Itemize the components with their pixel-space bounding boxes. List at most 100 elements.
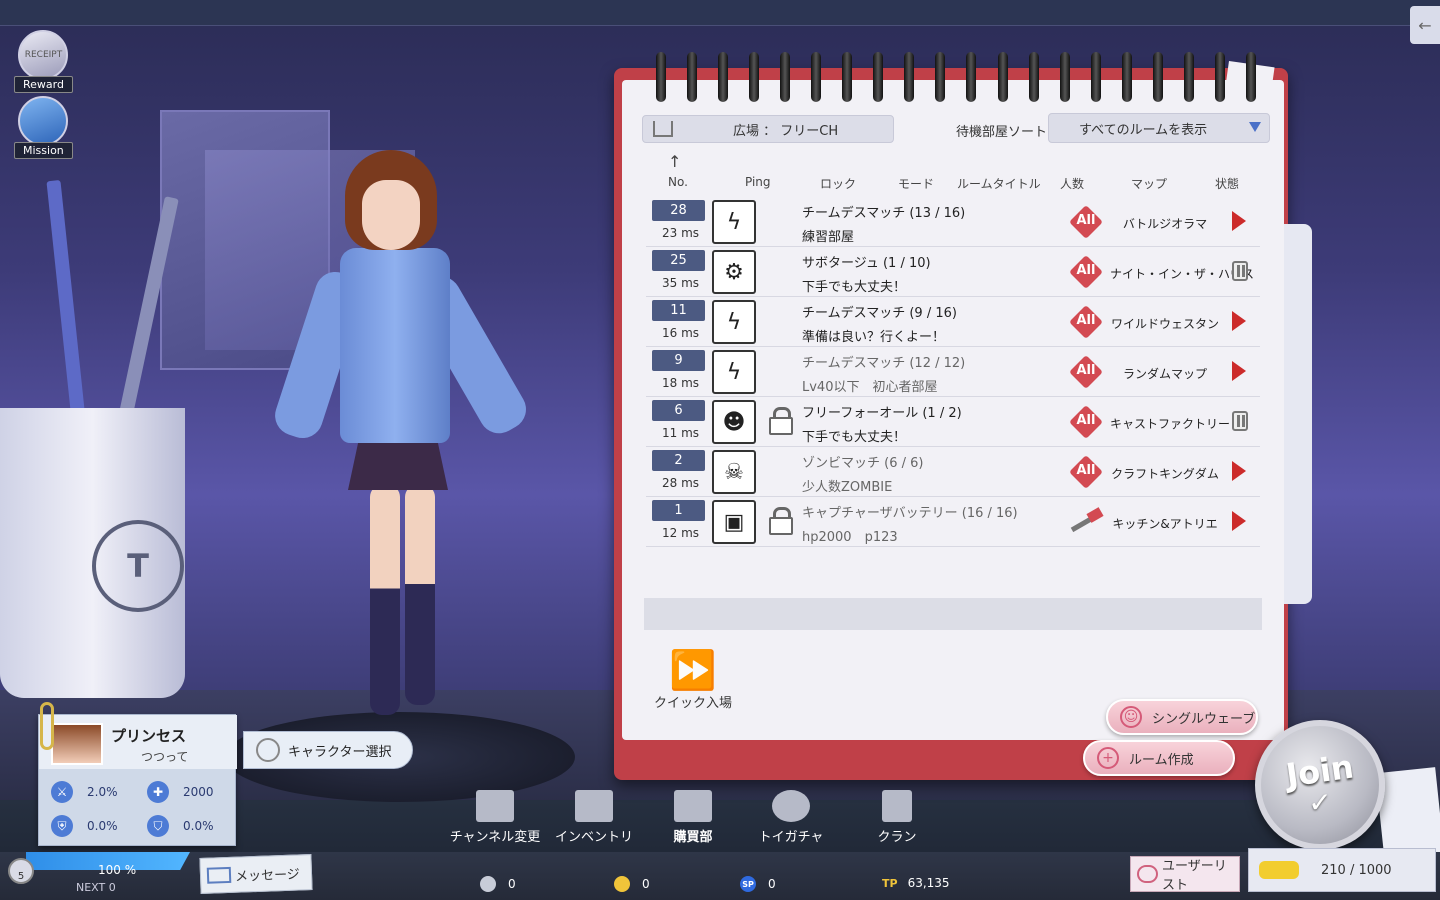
sort-up-icon[interactable]: ↑ (668, 152, 681, 171)
play-icon[interactable] (1232, 361, 1246, 381)
pause-icon[interactable] (1232, 411, 1248, 431)
room-row[interactable]: 1 12 ms ▣ キャプチャーザバッテリー (16 / 16) hp2000 … (646, 497, 1260, 547)
message-button[interactable]: メッセージ (199, 854, 313, 894)
user-list-button[interactable]: ユーザーリスト (1130, 856, 1240, 893)
ring (749, 52, 760, 102)
all-level-icon: All (1069, 305, 1103, 339)
room-number: 9 (652, 350, 705, 371)
col-state[interactable]: 状態 (1215, 175, 1239, 192)
col-title[interactable]: ルームタイトル (957, 175, 1041, 192)
character-icon (256, 738, 280, 762)
support-icon: ⚙ (712, 250, 756, 294)
mission-button[interactable]: Mission (14, 96, 73, 159)
ring (904, 52, 915, 102)
avatar (51, 723, 103, 765)
bolt-icon: ϟ (712, 350, 756, 394)
nav-label: 購買部 (673, 830, 713, 845)
all-level-icon: All (1069, 255, 1103, 289)
lock-icon (769, 507, 793, 535)
room-subtitle: 下手でも大丈夫！ (802, 280, 907, 295)
back-button[interactable]: ← (1410, 6, 1440, 44)
tp-gauge: 210 / 1000 (1248, 848, 1436, 892)
ring (811, 52, 822, 102)
defense-icon: ⛨ (51, 815, 73, 837)
nav-clan[interactable]: クラン (847, 790, 947, 845)
channel-display[interactable]: 広場 ： フリーCH (642, 115, 894, 143)
hp-icon: ✚ (147, 781, 169, 803)
ring (1028, 52, 1039, 102)
join-button[interactable]: Join ✓ (1255, 720, 1385, 850)
nav-gacha[interactable]: トイガチャ (741, 790, 841, 845)
ring (873, 52, 884, 102)
free-for-all-icon: ☻ (712, 400, 756, 444)
room-map: バトルジオラマ (1122, 217, 1208, 231)
currency-coin: 0 (480, 876, 516, 892)
sort-label: 待機部屋ソート (956, 125, 1048, 140)
nav-shop[interactable]: 購買部 (643, 790, 743, 845)
nav-channel[interactable]: チャンネル変更 (445, 790, 545, 845)
exp-percent: 100 % (98, 863, 137, 877)
room-row[interactable]: 2 28 ms ☠ ゾンビマッチ (6 / 6) 少人数ZOMBIE All ク… (646, 447, 1260, 497)
room-row[interactable]: 9 18 ms ϟ チームデスマッチ (12 / 12) Lv40以下 初心者部… (646, 347, 1260, 397)
stat-value: 2.0% (87, 785, 118, 799)
stat-value: 0.0% (87, 819, 118, 833)
flag-icon (882, 790, 912, 822)
currency-medal: 0 (614, 876, 650, 892)
play-icon[interactable] (1232, 511, 1246, 531)
stat-value: 2000 (183, 785, 214, 799)
col-ping[interactable]: Ping (745, 175, 771, 189)
room-row[interactable]: 28 23 ms ϟ チームデスマッチ (13 / 16) 練習部屋 All バ… (646, 197, 1260, 247)
quick-entry-label: クイック入場 (653, 696, 732, 711)
folder-icon (575, 790, 613, 822)
all-level-icon: All (1069, 455, 1103, 489)
single-wave-label: シングルウェーブ (1152, 711, 1256, 727)
notebook-scrollbar[interactable] (1282, 224, 1312, 604)
col-map[interactable]: マップ (1131, 175, 1167, 192)
quick-entry-button[interactable]: ⏩ クイック入場 (648, 650, 738, 711)
pause-icon[interactable] (1232, 261, 1248, 281)
sort-selected: すべてのルームを表示 (1079, 122, 1208, 138)
room-map: キッチン&アトリエ (1112, 517, 1218, 531)
play-icon[interactable] (1232, 211, 1246, 231)
profile-card[interactable]: プリンセス つつって ⚔ 2.0% ✚ 2000 ⛨ 0.0% ⛉ 0.0% (38, 714, 237, 846)
create-room-button[interactable]: + ルーム作成 (1083, 740, 1235, 776)
ring (1059, 52, 1070, 102)
col-no[interactable]: No. (668, 175, 688, 189)
currency-tp: TP 63,135 (882, 876, 950, 890)
nav-label: チャンネル変更 (449, 830, 541, 845)
single-wave-button[interactable]: ☺ シングルウェーブ (1106, 699, 1258, 735)
all-level-icon: All (1069, 205, 1103, 239)
lock-icon (769, 407, 793, 435)
reward-button[interactable]: RECEIPT Reward (14, 30, 73, 93)
ring (1121, 52, 1132, 102)
hammer-icon (1070, 507, 1104, 533)
nav-inventory[interactable]: インベントリ (544, 790, 644, 845)
room-map: ワイルドウェスタン (1110, 317, 1219, 331)
mug-logo: T (92, 520, 184, 612)
play-icon[interactable] (1232, 311, 1246, 331)
room-subtitle: 少人数ZOMBIE (802, 480, 893, 495)
character-select-button[interactable]: キャラクター選択 (243, 731, 413, 769)
room-number: 28 (652, 200, 705, 221)
sort-select[interactable]: すべてのルームを表示 (1048, 113, 1270, 143)
fast-forward-icon: ⏩ (669, 648, 717, 692)
col-lock[interactable]: ロック (820, 175, 856, 192)
room-row[interactable]: 11 16 ms ϟ チームデスマッチ (9 / 16) 準備は良い？行くよー！… (646, 297, 1260, 347)
ring (966, 52, 977, 102)
room-ping: 18 ms (662, 376, 700, 390)
room-subtitle: 準備は良い？行くよー！ (802, 330, 946, 345)
currency-sp: SP 0 (740, 876, 776, 892)
stat-hp: ✚ 2000 (147, 781, 214, 803)
profile-name: プリンセス (111, 727, 187, 745)
room-row[interactable]: 25 35 ms ⚙ サボタージュ (1 / 10) 下手でも大丈夫！ All … (646, 247, 1260, 297)
tp-text: 210 / 1000 (1321, 862, 1392, 878)
player-character (269, 150, 560, 740)
stat-value: 0.0% (183, 819, 214, 833)
room-row[interactable]: 6 11 ms ☻ フリーフォーオール (1 / 2) 下手でも大丈夫！ All… (646, 397, 1260, 447)
col-mode[interactable]: モード (898, 175, 934, 192)
ring (935, 52, 946, 102)
col-players[interactable]: 人数 (1060, 175, 1084, 192)
nav-label: インベントリ (554, 830, 633, 845)
room-number: 2 (652, 450, 705, 471)
play-icon[interactable] (1232, 461, 1246, 481)
